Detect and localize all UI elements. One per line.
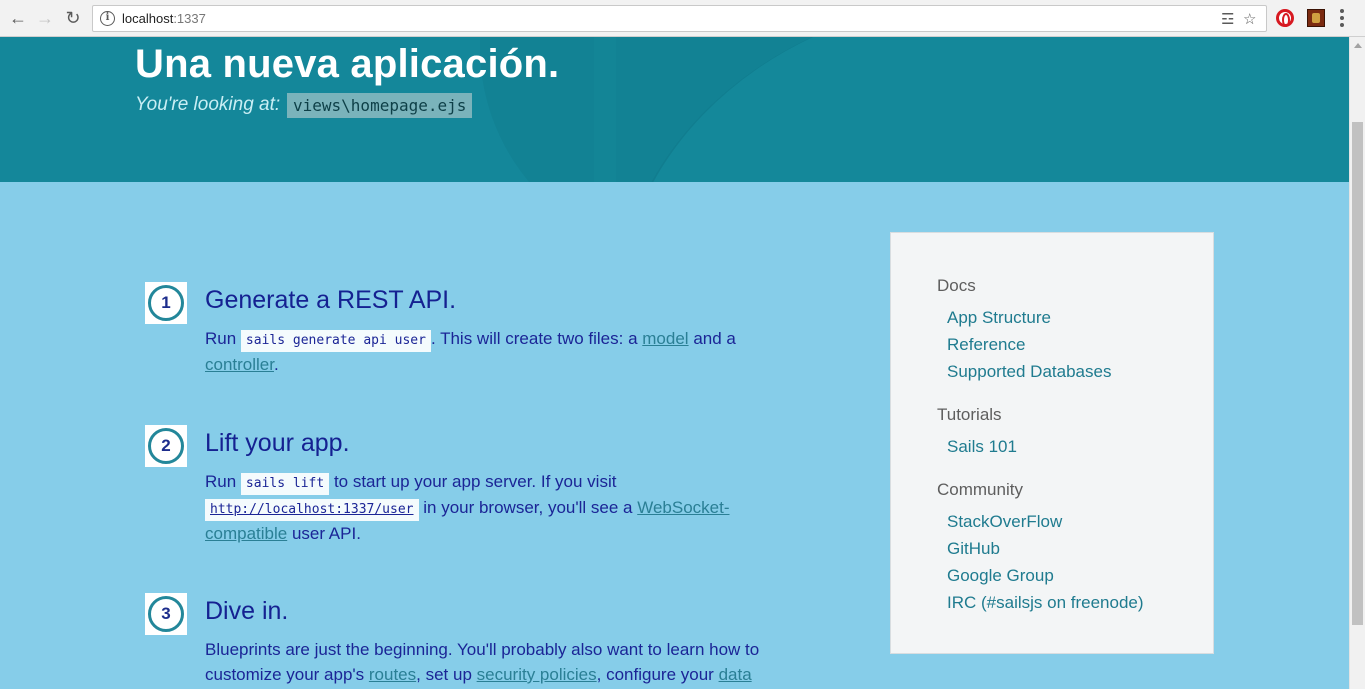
step-description: Run sails generate api user. This will c… bbox=[205, 326, 785, 377]
sidebar-link-supported-databases[interactable]: Supported Databases bbox=[947, 362, 1111, 382]
localhost-user-link[interactable]: http://localhost:1337/user bbox=[210, 502, 414, 517]
step-text: and a bbox=[693, 329, 736, 348]
step-text: , configure your bbox=[596, 665, 714, 684]
opera-extension-icon[interactable] bbox=[1276, 9, 1294, 27]
scroll-up-arrow-icon[interactable] bbox=[1354, 43, 1362, 48]
address-url[interactable]: localhost:1337 bbox=[122, 11, 206, 26]
extension-icon[interactable] bbox=[1307, 9, 1325, 27]
bookmark-star-icon[interactable]: ☆ bbox=[1243, 10, 1256, 28]
vertical-scrollbar[interactable] bbox=[1349, 37, 1365, 689]
step-text: . bbox=[273, 355, 279, 374]
step-text: , set up bbox=[416, 665, 472, 684]
looking-at-label: You're looking at: bbox=[135, 94, 281, 115]
browser-toolbar: ← → ↻ i localhost:1337 ☲ ☆ bbox=[0, 0, 1365, 37]
sidebar-link-google-group[interactable]: Google Group bbox=[947, 566, 1054, 586]
data-link[interactable]: data bbox=[719, 665, 752, 684]
sidebar-link-github[interactable]: GitHub bbox=[947, 539, 1000, 559]
translate-icon[interactable]: ☲ bbox=[1221, 10, 1234, 28]
step-text: Run bbox=[205, 329, 237, 348]
step-number-badge: 1 bbox=[145, 282, 187, 324]
sidebar-link-reference[interactable]: Reference bbox=[947, 335, 1025, 355]
model-link[interactable]: model bbox=[642, 329, 688, 348]
inline-code: http://localhost:1337/user bbox=[205, 499, 419, 521]
address-bar[interactable]: i localhost:1337 ☲ ☆ bbox=[92, 5, 1267, 32]
site-info-icon[interactable]: i bbox=[100, 11, 115, 26]
step-text: Run bbox=[205, 472, 237, 491]
community-heading: Community bbox=[937, 480, 1023, 499]
step-number-badge: 2 bbox=[145, 425, 187, 467]
forward-button[interactable]: → bbox=[33, 6, 57, 30]
scrollbar-thumb[interactable] bbox=[1352, 122, 1363, 625]
resources-panel: Docs App Structure Reference Supported D… bbox=[890, 232, 1214, 654]
page-header: Una nueva aplicación. You're looking at:… bbox=[0, 37, 1349, 182]
step-text: user API. bbox=[291, 524, 361, 543]
security-policies-link[interactable]: security policies bbox=[477, 665, 597, 684]
routes-link[interactable]: routes bbox=[369, 665, 416, 684]
reload-button[interactable]: ↻ bbox=[61, 6, 85, 30]
step-number: 3 bbox=[148, 596, 184, 632]
back-button[interactable]: ← bbox=[6, 6, 30, 30]
header-decoration bbox=[594, 37, 616, 182]
sidebar-link-app-structure[interactable]: App Structure bbox=[947, 308, 1051, 328]
step-title: Dive in. bbox=[205, 597, 289, 625]
step-number-badge: 3 bbox=[145, 593, 187, 635]
sidebar-link-irc[interactable]: IRC (#sailsjs on freenode) bbox=[947, 593, 1144, 613]
tutorials-heading: Tutorials bbox=[937, 405, 1002, 424]
step-title: Generate a REST API. bbox=[205, 286, 457, 314]
browser-menu-icon[interactable] bbox=[1340, 9, 1344, 27]
docs-heading: Docs bbox=[937, 276, 976, 295]
page-title: Una nueva aplicación. bbox=[135, 42, 560, 86]
step-number: 2 bbox=[148, 428, 184, 464]
step-number: 1 bbox=[148, 285, 184, 321]
sidebar-link-sails-101[interactable]: Sails 101 bbox=[947, 437, 1017, 457]
view-file-code: views\homepage.ejs bbox=[287, 93, 473, 118]
inline-code: sails lift bbox=[240, 473, 330, 495]
step-text: to start up your app server. If you visi… bbox=[333, 472, 617, 491]
sidebar-link-stackoverflow[interactable]: StackOverFlow bbox=[947, 512, 1062, 532]
inline-code: sails generate api user bbox=[240, 330, 431, 352]
step-description: Run sails lift to start up your app serv… bbox=[205, 469, 785, 546]
step-text: in your browser, you'll see a bbox=[423, 498, 633, 517]
step-text: . This will create two files: a bbox=[430, 329, 638, 348]
controller-link[interactable]: controller bbox=[205, 355, 274, 374]
step-description: Blueprints are just the beginning. You'l… bbox=[205, 637, 785, 687]
step-title: Lift your app. bbox=[205, 429, 350, 457]
